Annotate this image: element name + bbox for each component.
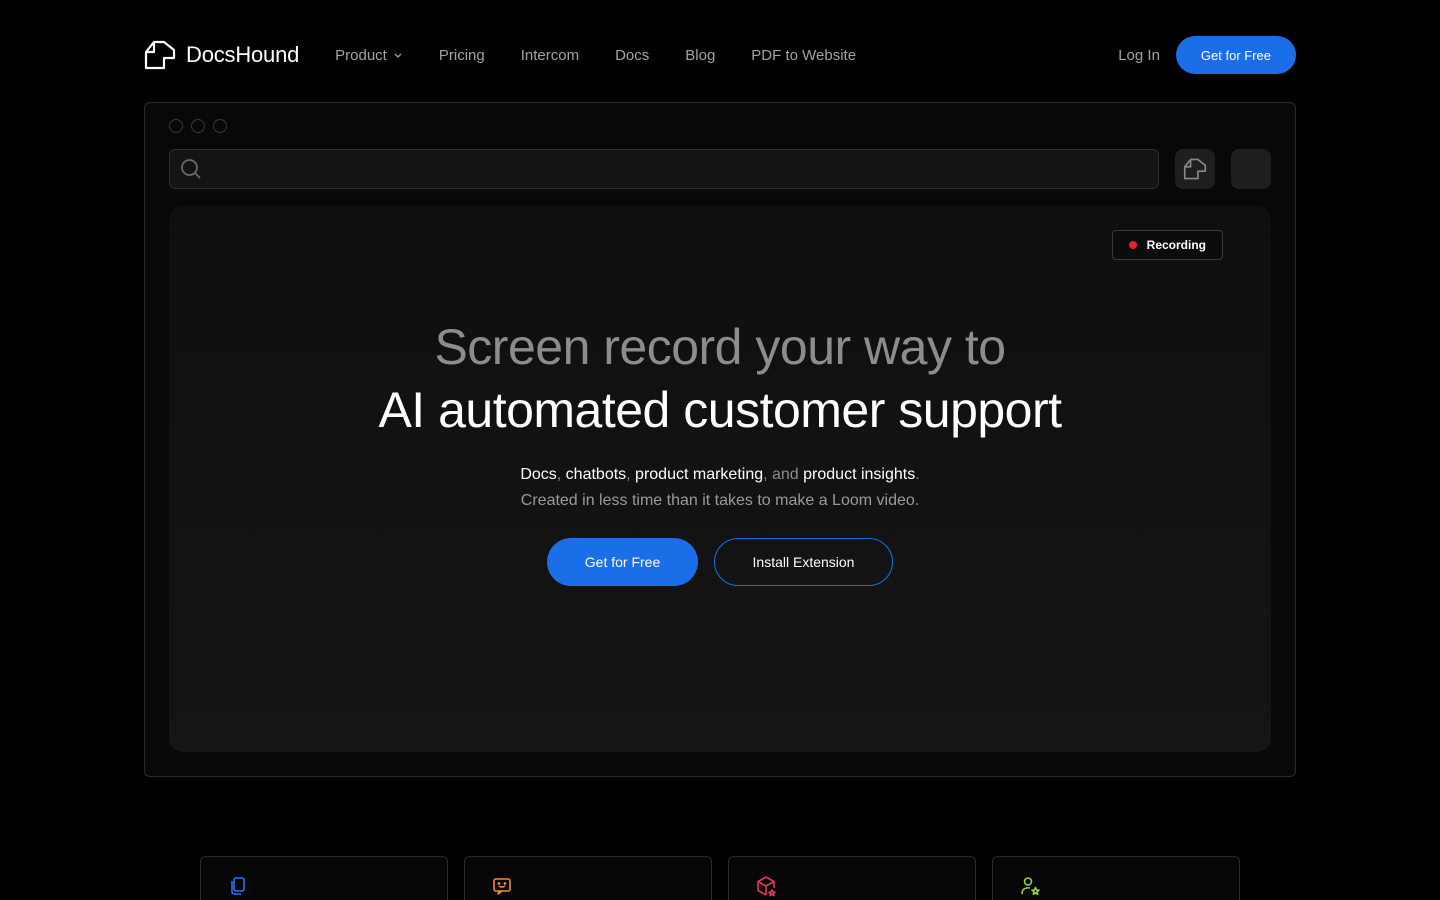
nav-item-label: Blog [685,46,716,64]
feature-card-docs[interactable] [200,856,448,900]
login-link[interactable]: Log In [1118,47,1160,64]
documents-icon [231,877,245,895]
nav-item-pricing[interactable]: Pricing [421,47,503,64]
recording-label: Recording [1146,238,1206,252]
hero-subtitle: Docs, chatbots, product marketing, and p… [169,466,1271,484]
nav-item-docs[interactable]: Docs [597,47,667,64]
window-controls [169,119,227,133]
nav-links: Product Pricing Intercom Docs Blog PDF t… [333,47,874,64]
window-dot [191,119,205,133]
top-nav: DocsHound Product Pricing Intercom Docs … [144,34,1296,76]
install-extension-button[interactable]: Install Extension [714,538,893,586]
chevron-down-icon [394,53,402,58]
hound-head-icon [1183,158,1207,180]
nav-item-label: Intercom [520,46,580,64]
sub-docs: Docs [520,466,557,483]
nav-item-product[interactable]: Product [333,47,421,64]
nav-item-blog[interactable]: Blog [667,47,733,64]
get-for-free-nav-button[interactable]: Get for Free [1175,36,1296,74]
get-for-free-button[interactable]: Get for Free [547,538,698,586]
sub-product-insights: product insights [803,466,916,483]
toolbar-button[interactable] [1231,149,1271,189]
hero-title-line1: Screen record your way to [434,319,1006,375]
browser-search-bar[interactable] [169,149,1159,189]
hero-subtitle-2: Created in less time than it takes to ma… [520,492,920,509]
sub-chatbots: chatbots [565,466,627,483]
nav-item-label: Pricing [438,46,485,64]
nav-actions: Log In Get for Free [1118,36,1296,74]
recording-dot-icon [1128,241,1137,249]
extension-button[interactable] [1175,149,1215,189]
nav-item-label: Docs [615,46,650,64]
window-dot [213,119,227,133]
search-icon [181,159,201,179]
hound-head-icon [144,40,176,70]
user-star-icon [1021,877,1040,896]
nav-item-label: Product [335,46,387,64]
feature-card-chatbots[interactable] [464,856,712,900]
browser-viewport: Recording Screen record your way to AI a… [169,206,1271,752]
browser-mockup: Recording Screen record your way to AI a… [144,102,1296,777]
feature-cards [200,856,1240,900]
brand-name: DocsHound [186,42,300,67]
chatbot-icon [493,878,511,895]
nav-item-intercom[interactable]: Intercom [503,47,597,64]
sub-sep: , [556,466,566,483]
sub-product-marketing: product marketing [635,466,764,483]
sub-period: . [915,466,920,483]
nav-item-label: PDF to Website [751,46,857,64]
recording-badge: Recording [1111,230,1223,260]
hero-title-line2: AI automated customer support [378,382,1062,438]
feature-card-product-insights[interactable] [992,856,1240,900]
window-dot [169,119,183,133]
brand-logo[interactable]: DocsHound [144,40,299,70]
feature-card-product-marketing[interactable] [728,856,976,900]
product-box-icon [757,876,776,897]
nav-item-pdf-to-website[interactable]: PDF to Website [733,47,874,64]
sub-sep: , and [763,466,804,483]
hero-cta-row: Get for Free Install Extension [169,538,1271,586]
sub-sep: , [626,466,636,483]
